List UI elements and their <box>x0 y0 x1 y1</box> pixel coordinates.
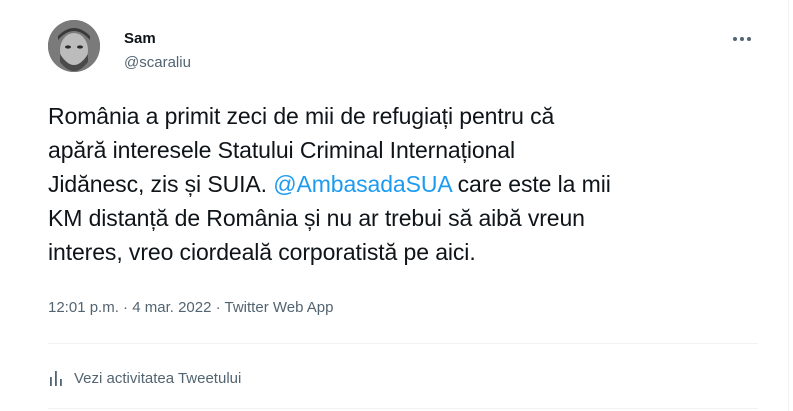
author-handle[interactable]: @scaraliu <box>124 53 191 73</box>
meta-separator: · <box>118 299 133 316</box>
view-activity-label: Vezi activitatea Tweetului <box>74 369 242 387</box>
tweet-source-app[interactable]: Twitter Web App <box>225 299 334 316</box>
more-horizontal-icon <box>733 37 737 41</box>
tweet-meta: 12:01 p.m. · 4 mar. 2022 · Twitter Web A… <box>48 298 333 318</box>
tweet-time[interactable]: 12:01 p.m. <box>48 299 119 316</box>
view-activity-button[interactable]: Vezi activitatea Tweetului <box>48 366 241 390</box>
author-name[interactable]: Sam <box>124 29 156 49</box>
divider <box>48 408 758 409</box>
more-options-button[interactable] <box>727 26 757 52</box>
bar-chart-icon <box>50 371 62 386</box>
tweet-card: Sam @scaraliu România a primit zeci de m… <box>0 0 793 411</box>
mention-link[interactable]: @AmbasadaSUA <box>273 171 451 197</box>
divider <box>48 343 758 344</box>
avatar[interactable] <box>48 20 100 72</box>
card-border <box>788 0 789 411</box>
tweet-text: România a primit zeci de mii de refugiaț… <box>48 99 758 269</box>
meta-separator: · <box>211 299 225 316</box>
tweet-date[interactable]: 4 mar. 2022 <box>132 299 211 316</box>
